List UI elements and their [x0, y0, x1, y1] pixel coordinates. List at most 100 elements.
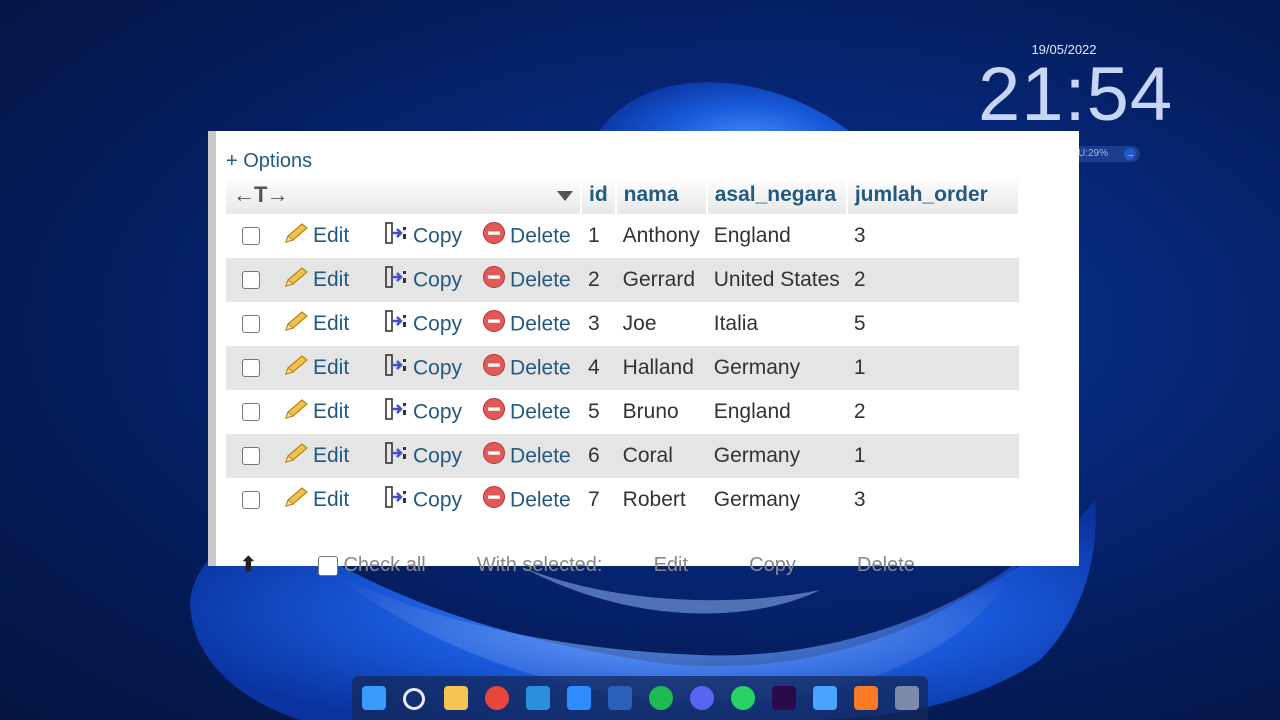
arrow-right-icon: → [1124, 148, 1136, 160]
copy-label: Copy [413, 488, 463, 511]
cell-id: 5 [581, 390, 616, 434]
pencil-icon [283, 398, 309, 426]
row-checkbox[interactable] [242, 271, 260, 290]
copy-icon [383, 485, 409, 515]
network-icon[interactable] [813, 686, 837, 710]
cpu-text: U:29% [1078, 148, 1109, 159]
delete-button[interactable]: Delete [482, 222, 571, 247]
footer-edit-button[interactable]: Edit [654, 554, 688, 576]
word-icon[interactable] [608, 686, 632, 710]
zoom-icon[interactable] [567, 686, 591, 710]
edit-label: Edit [313, 312, 350, 335]
cell-id: 7 [581, 478, 616, 522]
row-checkbox-cell [226, 258, 276, 302]
cell-jumlah-order: 1 [846, 434, 1019, 478]
sort-dropdown-icon[interactable] [557, 184, 573, 208]
discord-icon[interactable] [690, 686, 714, 710]
footer-delete-button[interactable]: Delete [857, 554, 915, 576]
cell-jumlah-order: 2 [846, 258, 1019, 302]
delete-button[interactable]: Delete [482, 442, 571, 467]
edit-label: Edit [313, 224, 350, 247]
delete-button[interactable]: Delete [482, 354, 571, 379]
row-checkbox[interactable] [242, 315, 260, 334]
copy-label: Copy [413, 444, 463, 467]
column-header-jumlah-order[interactable]: jumlah_order [846, 176, 1020, 214]
check-all-label[interactable]: Check all [343, 554, 425, 576]
cell-asal-negara: England [706, 214, 847, 258]
row-checkbox-cell [226, 390, 276, 434]
row-checkbox[interactable] [242, 447, 260, 466]
table-footer: ⬆ Check all With selected: Edit Copy Del… [240, 552, 915, 577]
check-all-checkbox[interactable] [317, 555, 338, 576]
copy-delete-cell: Copy Delete [376, 214, 581, 258]
copy-button[interactable]: Copy [383, 442, 463, 467]
table-row: Edit Copy Delete 3 Joe Italia 5 [226, 302, 1019, 346]
copy-icon [383, 441, 409, 471]
delete-label: Delete [510, 400, 571, 423]
edit-button[interactable]: Edit [276, 478, 376, 522]
row-checkbox[interactable] [242, 491, 260, 510]
row-checkbox[interactable] [242, 403, 260, 422]
xampp-icon[interactable] [854, 686, 878, 710]
row-checkbox-cell [226, 302, 276, 346]
edit-button[interactable]: Edit [276, 434, 376, 478]
cell-asal-negara: Germany [706, 478, 847, 522]
column-resize-arrows-icon[interactable]: ←T→ [233, 182, 288, 207]
file-explorer-icon[interactable] [444, 686, 468, 710]
cell-nama: Halland [615, 346, 707, 390]
copy-button[interactable]: Copy [383, 222, 463, 247]
table-row: Edit Copy Delete 1 Anthony England 3 [226, 214, 1019, 258]
cell-jumlah-order: 2 [846, 390, 1019, 434]
row-checkbox[interactable] [242, 359, 260, 378]
copy-button[interactable]: Copy [383, 398, 462, 423]
copy-button[interactable]: Copy [383, 486, 463, 511]
windows-start-icon[interactable] [362, 686, 386, 710]
copy-button[interactable]: Copy [383, 354, 463, 379]
delete-button[interactable]: Delete [482, 310, 571, 335]
delete-button[interactable]: Delete [482, 486, 571, 511]
search-icon[interactable] [403, 688, 425, 710]
copy-label: Copy [413, 356, 463, 379]
row-checkbox-cell [226, 346, 276, 390]
options-link[interactable]: + Options [226, 150, 312, 173]
whatsapp-icon[interactable] [731, 686, 755, 710]
row-checkbox-cell [226, 434, 276, 478]
delete-label: Delete [510, 312, 571, 335]
edit-button[interactable]: Edit [276, 214, 376, 258]
clock-widget: 19/05/2022 21:54 [978, 42, 1172, 133]
copy-delete-cell: Copy Delete [376, 478, 581, 522]
edit-label: Edit [313, 268, 350, 291]
copy-button[interactable]: Copy [383, 266, 462, 291]
pencil-icon [283, 442, 309, 470]
copy-delete-cell: Copy Delete [376, 302, 581, 346]
cpu-widget[interactable]: U:29% → [1072, 146, 1140, 162]
cell-asal-negara: Germany [706, 346, 847, 390]
pencil-icon [283, 486, 309, 514]
edit-button[interactable]: Edit [276, 390, 376, 434]
with-selected-label: With selected: [476, 554, 603, 576]
row-checkbox[interactable] [242, 227, 260, 246]
delete-icon [482, 309, 506, 339]
row-checkbox-cell [226, 478, 276, 522]
premiere-icon[interactable] [772, 686, 796, 710]
copy-icon [383, 309, 409, 339]
delete-button[interactable]: Delete [482, 266, 571, 291]
cell-id: 3 [581, 302, 616, 346]
cell-nama: Joe [615, 302, 707, 346]
vscode-icon[interactable] [526, 686, 550, 710]
chrome-icon[interactable] [485, 686, 509, 710]
column-header-id[interactable]: id [581, 176, 617, 214]
footer-copy-button[interactable]: Copy [749, 554, 796, 576]
edit-button[interactable]: Edit [276, 258, 376, 302]
calculator-icon[interactable] [895, 686, 919, 710]
edit-button[interactable]: Edit [276, 346, 376, 390]
delete-icon [482, 485, 506, 515]
column-header-asal-negara[interactable]: asal_negara [706, 176, 848, 214]
edit-button[interactable]: Edit [276, 302, 376, 346]
delete-button[interactable]: Delete [482, 398, 571, 423]
copy-label: Copy [413, 224, 463, 247]
column-header-nama[interactable]: nama [615, 176, 708, 214]
table-header-row: ←T→ id nama asal_negara jumlah_order [226, 176, 1020, 214]
spotify-icon[interactable] [649, 686, 673, 710]
copy-button[interactable]: Copy [383, 310, 462, 335]
